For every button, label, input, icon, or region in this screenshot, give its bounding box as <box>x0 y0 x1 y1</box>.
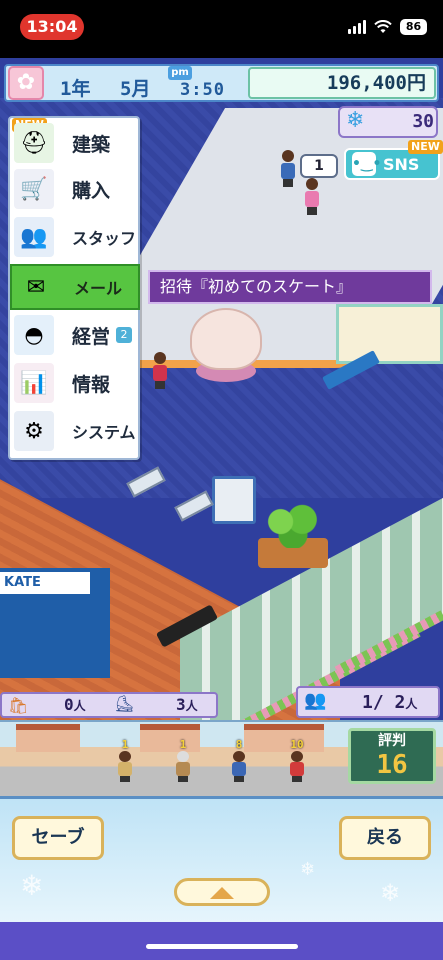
status-bar: 13:04 86 <box>0 0 443 58</box>
snowflake-decoration-icon: ❄ <box>20 869 44 902</box>
speech-bubble[interactable]: 1 <box>300 154 338 178</box>
bag-icon: 🛍 <box>8 696 29 715</box>
bag-count: 0人 <box>64 695 86 714</box>
month-label: 5月 <box>120 78 151 100</box>
menu-item-staff[interactable]: 👥 スタッフ <box>10 214 140 260</box>
menu-item-label: スタッフ <box>72 229 137 248</box>
street-visitor[interactable]: 1 <box>174 738 192 782</box>
kiosk-building[interactable] <box>336 304 443 364</box>
reputation-value: 16 <box>376 750 408 780</box>
snowflake-icon: ❄ <box>346 108 365 133</box>
plant-icon <box>262 504 324 548</box>
money-display: 196,400円 <box>248 67 436 99</box>
snowflake-decoration-icon: ❄ <box>380 879 401 907</box>
snowflake-decoration-icon: ❄ <box>300 859 316 880</box>
menu-item-label: メール <box>74 279 123 298</box>
stadium-icon: ◓ <box>14 315 54 355</box>
vending-machine[interactable] <box>212 476 256 524</box>
street-visitor[interactable]: 8 <box>230 738 248 782</box>
gear-icon: ⚙ <box>14 411 54 451</box>
mail-icon: ✉ <box>26 274 46 300</box>
background-house <box>16 724 80 752</box>
flower-emblem-icon[interactable]: ✿ <box>8 66 44 100</box>
skater-person[interactable] <box>280 150 296 187</box>
menu-item-label: 情報 <box>72 373 111 396</box>
street-visitor[interactable]: 10 <box>288 738 306 782</box>
back-button[interactable]: 戻る <box>339 816 431 860</box>
menu-item-system[interactable]: ⚙ システム <box>10 408 140 454</box>
menu-item-label: 購入 <box>72 179 111 202</box>
construction-worker-icon: ⛑ <box>14 123 54 163</box>
menu-count-badge: 2 <box>116 327 133 343</box>
menu-item-build[interactable]: ⛑ 建築 <box>10 120 140 166</box>
background-house <box>244 724 324 752</box>
reputation-label: 評判 <box>378 733 406 749</box>
menu-item-buy[interactable]: 🛒 購入 <box>10 166 140 212</box>
expand-up-button[interactable] <box>174 878 270 906</box>
battery-icon: 86 <box>400 19 427 35</box>
shopping-cart-icon: 🛒 <box>14 169 54 209</box>
skater-person[interactable] <box>152 352 168 389</box>
menu-item-label: 経営 <box>72 325 111 348</box>
menu-item-management[interactable]: ◓ 経営 2 <box>10 312 140 358</box>
visitor-count: 1/ 2人 <box>362 692 418 713</box>
staff-people-icon: 👥 <box>14 217 54 257</box>
year-label: 1年 <box>60 78 91 100</box>
sns-phone-icon: •‿• <box>352 152 382 176</box>
menu-item-info[interactable]: 📊 情報 <box>10 360 140 406</box>
reputation-panel[interactable]: 評判 16 <box>348 728 436 784</box>
system-icons: 86 <box>348 19 427 35</box>
mail-invite-tooltip[interactable]: 招待『初めてのスケート』 <box>148 270 432 304</box>
save-button[interactable]: セーブ <box>12 816 104 860</box>
season-value: 30 <box>412 111 434 132</box>
wifi-icon <box>374 20 392 33</box>
clock-label: 3:50 <box>180 80 225 100</box>
sns-label: SNS <box>383 155 420 174</box>
triangle-up-icon <box>210 887 234 899</box>
home-indicator[interactable] <box>146 944 298 949</box>
menu-item-label: システム <box>72 423 136 442</box>
ampm-label: pm <box>168 66 192 80</box>
people-icon: 👥 <box>304 690 327 711</box>
menu-item-label: 建築 <box>72 133 111 156</box>
skate-count: 3人 <box>176 695 198 714</box>
sns-new-badge: NEW <box>408 140 443 154</box>
menu-item-mail[interactable]: ✉ メール <box>10 264 140 310</box>
status-time: 13:04 <box>20 14 84 40</box>
skater-person[interactable] <box>304 178 320 215</box>
mascot-bear[interactable] <box>190 308 262 370</box>
skate-icon: ⛸ <box>114 694 135 713</box>
signal-icon <box>348 20 366 34</box>
bottom-bar <box>0 922 443 960</box>
street-visitor[interactable]: 1 <box>116 738 134 782</box>
bar-chart-icon: 📊 <box>14 363 54 403</box>
store-sign: KATE <box>0 572 90 594</box>
